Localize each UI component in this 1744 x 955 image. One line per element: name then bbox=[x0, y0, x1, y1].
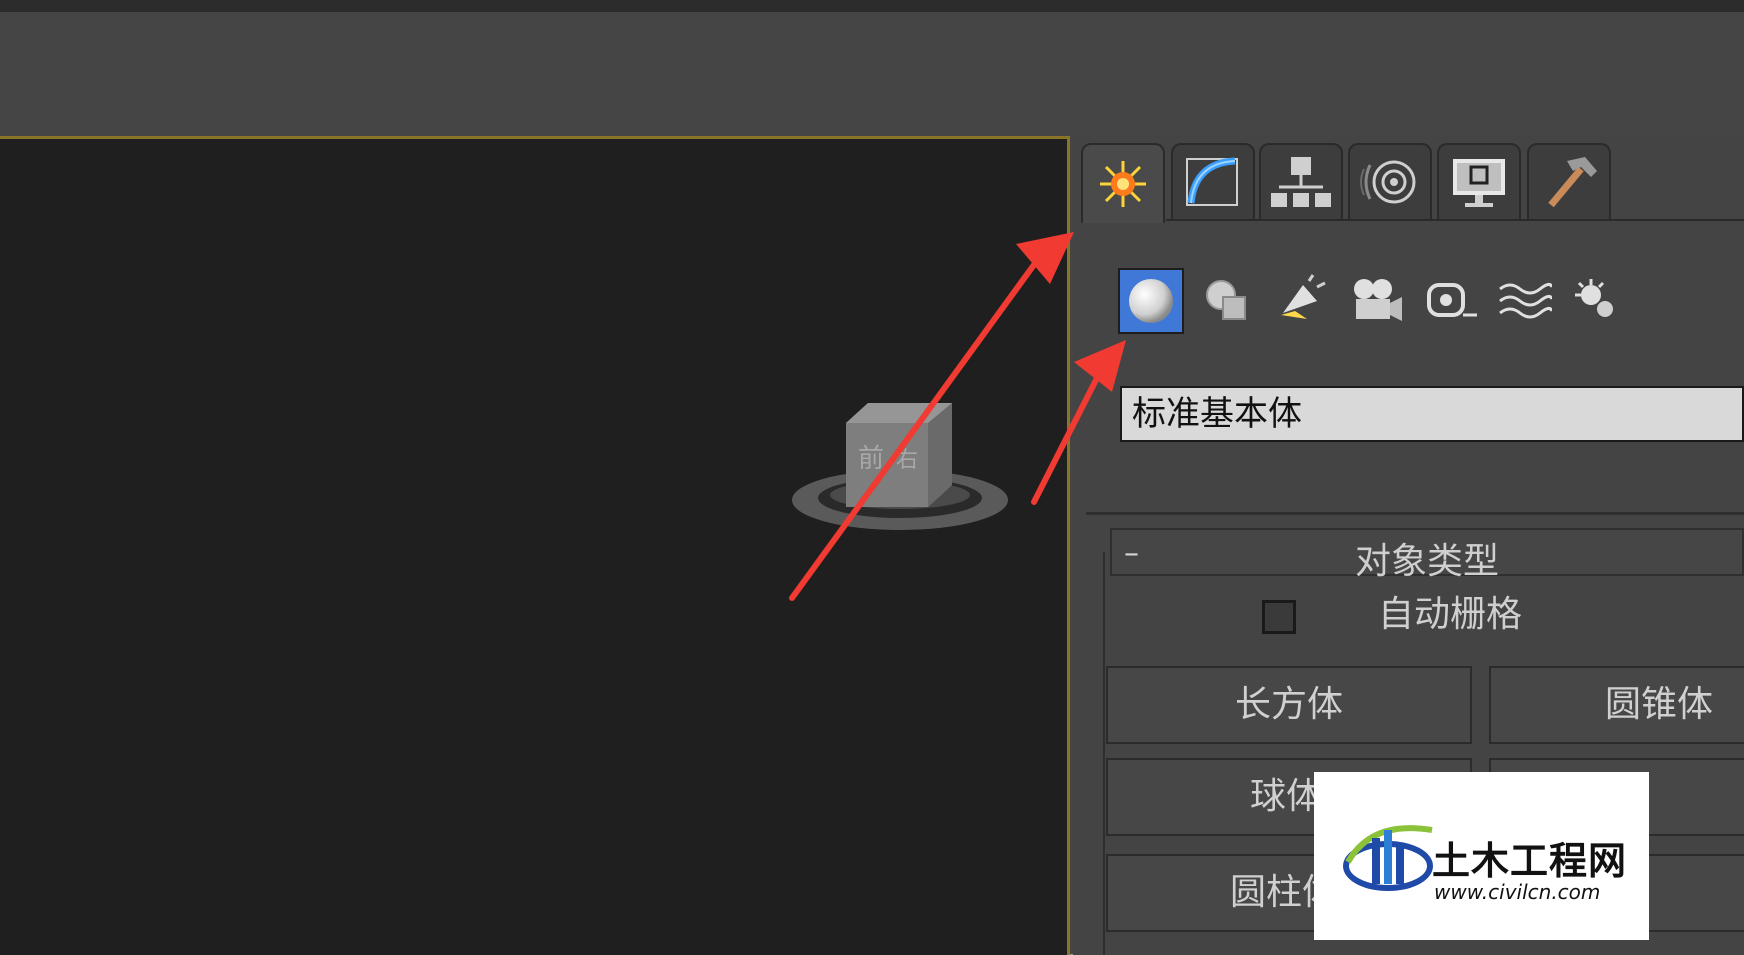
cameras-category-button[interactable] bbox=[1343, 268, 1409, 334]
perspective-viewport[interactable]: 前 右 bbox=[0, 136, 1070, 955]
helpers-category-button[interactable] bbox=[1418, 268, 1484, 334]
toolbar-area bbox=[0, 12, 1744, 136]
viewcube-icon[interactable]: 前 右 bbox=[788, 395, 1013, 545]
geometry-category-button[interactable] bbox=[1118, 268, 1184, 334]
create-tab[interactable] bbox=[1081, 143, 1165, 223]
watermark-name: 土木工程网 bbox=[1432, 839, 1628, 883]
hierarchy-icon bbox=[1271, 157, 1331, 207]
motion-icon bbox=[1360, 160, 1416, 204]
utilities-tab[interactable] bbox=[1527, 143, 1611, 219]
object-type-rollout-header[interactable]: – 对象类型 bbox=[1110, 528, 1744, 582]
camera-icon bbox=[1354, 279, 1402, 321]
modify-tab[interactable] bbox=[1171, 143, 1255, 219]
cone-button[interactable]: 圆锥体 bbox=[1489, 666, 1744, 744]
civilcn-logo-icon bbox=[1343, 825, 1433, 891]
hierarchy-tab[interactable] bbox=[1259, 143, 1343, 219]
title-bar bbox=[0, 0, 1744, 12]
watermark-url: www.civilcn.com bbox=[1434, 880, 1601, 904]
autogrid-label: 自动栅格 bbox=[1378, 594, 1523, 635]
systems-category-button[interactable] bbox=[1564, 268, 1630, 334]
modify-curve-icon bbox=[1186, 157, 1238, 206]
panel-separator bbox=[1086, 512, 1744, 515]
tape-measure-icon bbox=[1427, 283, 1477, 317]
tab-divider bbox=[1166, 219, 1744, 221]
wave-icon bbox=[1499, 282, 1552, 319]
create-sun-icon bbox=[1100, 161, 1146, 207]
lights-category-button[interactable] bbox=[1268, 268, 1334, 334]
display-tab[interactable] bbox=[1437, 143, 1521, 219]
svg-text:前: 前 bbox=[858, 444, 884, 474]
autogrid-checkbox[interactable] bbox=[1262, 600, 1296, 634]
rollout-title: 对象类型 bbox=[1354, 541, 1499, 582]
box-button[interactable]: 长方体 bbox=[1106, 666, 1472, 744]
utilities-hammer-icon bbox=[1548, 157, 1597, 208]
space-warps-category-button[interactable] bbox=[1491, 268, 1557, 334]
svg-text:右: 右 bbox=[896, 448, 918, 473]
shapes-category-button[interactable] bbox=[1194, 268, 1260, 334]
object-category-dropdown[interactable]: 标准基本体 bbox=[1120, 386, 1744, 442]
shapes-icon bbox=[1206, 280, 1246, 320]
gear-icon bbox=[1575, 279, 1613, 317]
display-monitor-icon bbox=[1453, 159, 1505, 207]
watermark: 土木工程网 www.civilcn.com bbox=[1314, 772, 1649, 940]
motion-tab[interactable] bbox=[1348, 143, 1432, 219]
sphere-icon bbox=[1129, 279, 1173, 323]
light-icon bbox=[1281, 274, 1326, 319]
